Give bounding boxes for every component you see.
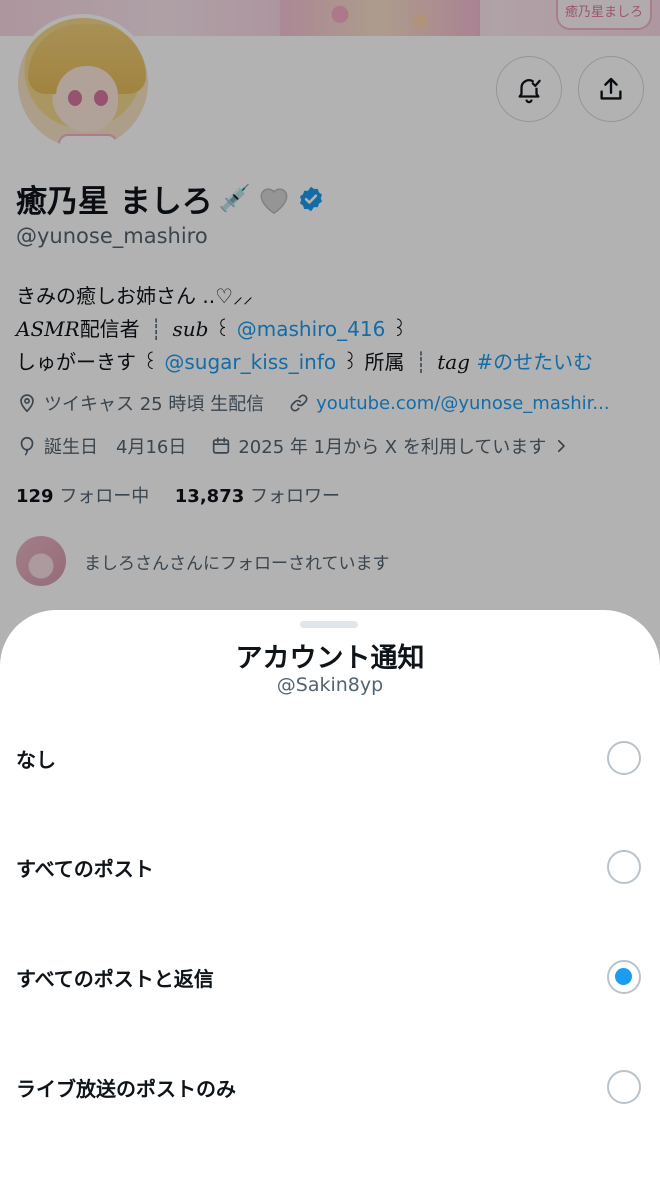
sheet-grabber[interactable] — [300, 621, 358, 628]
option-none[interactable]: なし — [0, 708, 660, 808]
radio-button[interactable] — [607, 741, 641, 775]
account-notification-sheet: アカウント通知 @Sakin8yp なし すべてのポスト すべてのポストと返信 … — [0, 610, 660, 1200]
option-label: ライブ放送のポストのみ — [16, 1076, 236, 1101]
radio-button[interactable] — [607, 850, 641, 884]
option-label: すべてのポストと返信 — [16, 966, 214, 991]
sheet-subtitle: @Sakin8yp — [276, 674, 384, 696]
option-label: なし — [16, 747, 56, 772]
radio-button-selected[interactable] — [607, 960, 641, 994]
option-live-only[interactable]: ライブ放送のポストのみ — [0, 1037, 660, 1137]
option-label: すべてのポスト — [16, 856, 154, 881]
option-all-posts[interactable]: すべてのポスト — [0, 817, 660, 917]
radio-button[interactable] — [607, 1070, 641, 1104]
sheet-title: アカウント通知 — [235, 643, 425, 674]
option-all-posts-and-replies[interactable]: すべてのポストと返信 — [0, 927, 660, 1027]
